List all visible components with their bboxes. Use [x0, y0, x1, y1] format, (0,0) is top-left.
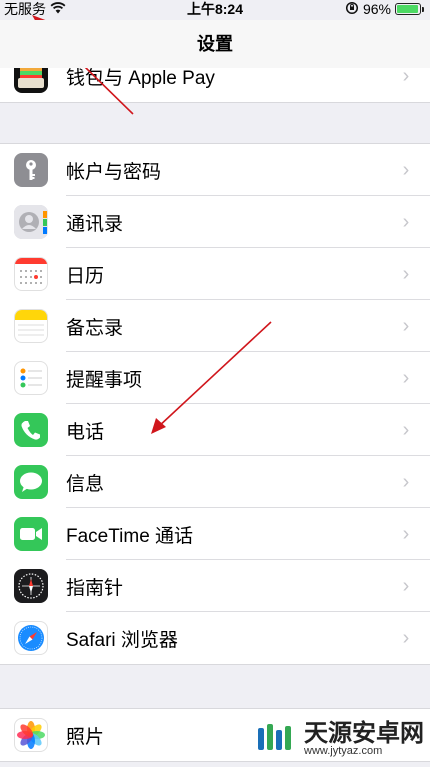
compass-icon: [14, 569, 48, 603]
chevron-right-icon: ›: [402, 158, 410, 181]
settings-row-accounts-passwords[interactable]: 帐户与密码 ›: [0, 144, 430, 196]
settings-row-label: Safari 浏览器: [66, 629, 178, 651]
settings-row-contacts[interactable]: 通讯录 ›: [0, 196, 430, 248]
key-icon: [14, 153, 48, 187]
settings-row-safari[interactable]: Safari 浏览器 ›: [0, 612, 430, 664]
safari-icon: [14, 621, 48, 655]
settings-row-compass[interactable]: 指南针 ›: [0, 560, 430, 612]
settings-row-label: 指南针: [66, 577, 124, 599]
chevron-right-icon: ›: [402, 366, 410, 389]
watermark-name: 天源安卓网: [304, 720, 424, 747]
photos-icon: [14, 718, 48, 752]
settings-row-calendar[interactable]: 日历 ›: [0, 248, 430, 300]
chevron-right-icon: ›: [402, 574, 410, 597]
settings-row-label: 信息: [66, 473, 105, 495]
notes-icon: [14, 309, 48, 343]
settings-row-label: 日历: [66, 265, 105, 287]
battery-icon: [395, 3, 424, 15]
settings-group-apps: 帐户与密码 › 通讯录 › 日历 › 备忘录 › 提醒事项 › 电话 › 信息 …: [0, 143, 430, 665]
watermark: 天源安卓网 www.jytyaz.com: [252, 716, 424, 763]
settings-row-label: 帐户与密码: [66, 161, 162, 183]
settings-row-label: 通讯录: [66, 213, 124, 235]
settings-row-label: FaceTime 通话: [66, 525, 194, 547]
chevron-right-icon: ›: [402, 626, 410, 649]
chevron-right-icon: ›: [402, 522, 410, 545]
battery-percent: 96%: [362, 1, 391, 17]
navigation-bar: 设置: [0, 20, 430, 68]
settings-row-notes[interactable]: 备忘录 ›: [0, 300, 430, 352]
reminders-icon: [14, 361, 48, 395]
settings-row-phone[interactable]: 电话 ›: [0, 404, 430, 456]
settings-row-label: 电话: [66, 421, 105, 443]
chevron-right-icon: ›: [402, 470, 410, 493]
page-title: 设置: [197, 34, 233, 54]
status-bar: 无服务 上午8:24 96%: [0, 0, 430, 20]
settings-row-facetime[interactable]: FaceTime 通话 ›: [0, 508, 430, 560]
facetime-icon: [14, 517, 48, 551]
settings-row-label: 提醒事项: [66, 369, 143, 391]
contacts-icon: [14, 205, 48, 239]
settings-row-messages[interactable]: 信息 ›: [0, 456, 430, 508]
chevron-right-icon: ›: [402, 418, 410, 441]
watermark-url: www.jytyaz.com: [304, 745, 383, 757]
settings-row-reminders[interactable]: 提醒事项 ›: [0, 352, 430, 404]
chevron-right-icon: ›: [402, 314, 410, 337]
rotation-lock-icon: [345, 1, 359, 18]
watermark-logo-icon: [252, 716, 298, 763]
chevron-right-icon: ›: [402, 262, 410, 285]
phone-icon: [14, 413, 48, 447]
chevron-right-icon: ›: [402, 210, 410, 233]
settings-row-label: 备忘录: [66, 317, 124, 339]
messages-icon: [14, 465, 48, 499]
calendar-icon: [14, 257, 48, 291]
